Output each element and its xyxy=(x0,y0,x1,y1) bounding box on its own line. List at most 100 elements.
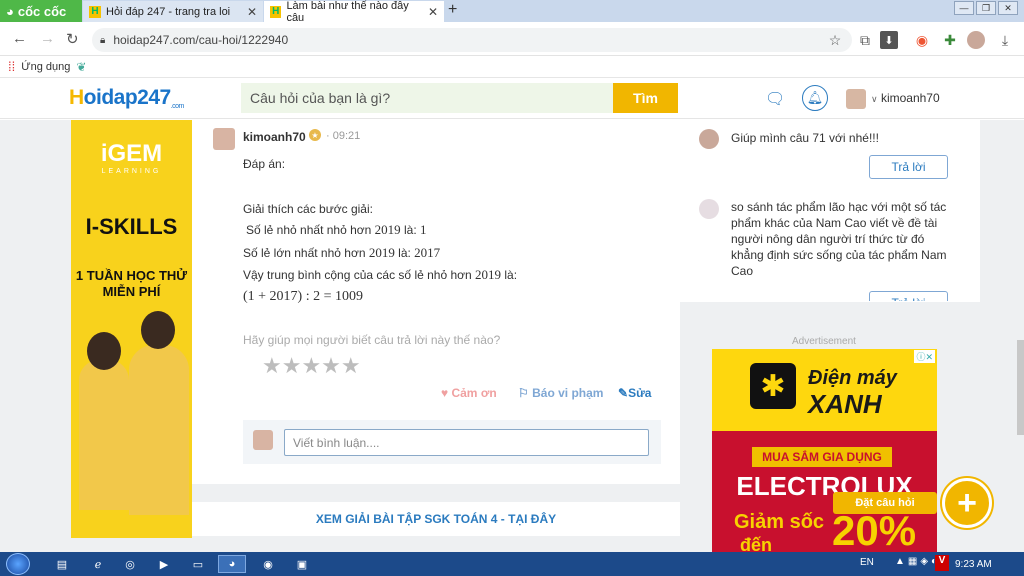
question-text[interactable]: so sánh tác phẩm lão hạc với một số tác … xyxy=(731,199,949,279)
internet-explorer-icon[interactable]: ℯ xyxy=(84,555,112,573)
close-tab-icon[interactable]: ✕ xyxy=(428,5,438,19)
user-menu[interactable]: ∨ kimoanh70 xyxy=(871,91,940,105)
maximize-icon[interactable]: ❐ xyxy=(976,1,996,15)
tray-icons[interactable]: ▲▦◈◐ xyxy=(895,556,940,567)
reply-button[interactable]: Trả lời xyxy=(869,155,948,179)
hoidap-favicon-icon: H xyxy=(89,5,101,18)
chat-icon[interactable]: 🗨︎ xyxy=(765,89,785,109)
edit-button[interactable]: ✎Sửa xyxy=(618,386,651,400)
chrome-taskbar-icon[interactable]: ◉ xyxy=(254,555,282,573)
coccoc-taskbar-icon[interactable]: ◕ xyxy=(218,555,246,573)
minimize-icon[interactable]: — xyxy=(954,1,974,15)
downloads-icon[interactable]: ⤓ xyxy=(996,31,1014,49)
sgk-banner-link[interactable]: XEM GIẢI BÀI TẬP SGK TOÁN 4 - TẠI ĐÂY xyxy=(192,502,680,536)
ad-brand: iGEM xyxy=(100,140,163,167)
ask-question-label[interactable]: Đặt câu hỏi xyxy=(833,492,937,514)
answer-avatar[interactable] xyxy=(213,128,235,150)
logo-domain: .com xyxy=(170,103,185,110)
tab-question[interactable]: H Làm bài như thế nào đây câu ✕ xyxy=(264,0,444,24)
dmx-logo-icon: ✱ xyxy=(750,363,796,409)
answer-formula: (1 + 2017) : 2 = 1009 xyxy=(243,289,364,304)
ad-promo-2: đến xyxy=(740,535,773,552)
comment-placeholder: Viết bình luận.... xyxy=(293,435,380,450)
window-icon[interactable]: ▭ xyxy=(184,555,212,573)
forward-icon[interactable]: → xyxy=(40,30,55,47)
question-avatar[interactable] xyxy=(699,129,719,149)
pencil-icon: ✎ xyxy=(618,386,629,400)
antivirus-tray-icon[interactable]: V xyxy=(935,555,949,571)
download-extension-icon[interactable]: ⬇ xyxy=(880,31,898,49)
line-number: 2019 xyxy=(368,245,395,260)
scrollbar-thumb[interactable] xyxy=(1017,340,1024,435)
ad-line2: MIỄN PHÍ xyxy=(102,284,161,299)
logo-letter: H xyxy=(69,86,84,109)
notification-bell-icon[interactable]: 🔔︎ xyxy=(802,85,828,111)
close-window-icon[interactable]: ✕ xyxy=(998,1,1018,15)
coccoc-menu-button[interactable]: ◕ cốc cốc xyxy=(0,0,82,22)
line-number: 2019 xyxy=(475,267,502,282)
site-logo[interactable]: Hoidap247.com xyxy=(69,86,184,110)
line-text: Số lẻ nhỏ nhất nhỏ hơn xyxy=(246,223,375,237)
address-bar[interactable]: 🔒︎ hoidap247.com/cau-hoi/1222940 xyxy=(92,28,852,52)
bookmark-apps[interactable]: Ứng dụng xyxy=(21,61,70,73)
tab-hoidap-home[interactable]: H Hỏi đáp 247 - trang tra loi ✕ xyxy=(83,1,263,22)
left-advertisement[interactable]: iGEM LEARNING I-SKILLS 1 TUẦN HỌC THỬ MI… xyxy=(71,120,192,538)
reply-button[interactable]: Trả lời xyxy=(869,291,948,301)
close-tab-icon[interactable]: ✕ xyxy=(247,5,257,19)
profile-avatar-icon[interactable] xyxy=(967,31,985,49)
browser-icon[interactable]: ◎ xyxy=(116,555,144,573)
reload-icon[interactable]: ↻ xyxy=(66,30,79,48)
line-value: 1 xyxy=(419,222,427,237)
back-icon[interactable]: ← xyxy=(12,30,27,47)
ad-line1: 1 TUẦN HỌC THỬ xyxy=(75,268,188,283)
browser-brand: cốc cốc xyxy=(17,3,67,19)
answer-username[interactable]: kimoanh70 xyxy=(243,130,306,144)
bookmark-leaf-icon[interactable]: ❦ xyxy=(76,60,86,74)
app-taskbar-icon[interactable]: ▣ xyxy=(288,555,316,573)
media-player-icon[interactable]: ▶ xyxy=(150,555,178,573)
logo-text: oidap247 xyxy=(83,86,172,109)
plus-icon[interactable]: + xyxy=(942,478,992,528)
ad-brand-sub: LEARNING xyxy=(101,168,162,175)
edit-label: Sửa xyxy=(628,386,652,400)
file-explorer-icon[interactable]: ▤ xyxy=(48,555,76,573)
search-button[interactable]: Tìm xyxy=(613,83,678,113)
medal-icon: ★ xyxy=(309,129,321,141)
translate-extension-icon[interactable]: ⧉ xyxy=(856,31,874,49)
ad-brand-main: XANH xyxy=(808,389,882,419)
puzzle-extension-icon[interactable]: ✚ xyxy=(941,31,959,49)
line-text: là: xyxy=(394,246,415,260)
ad-headline: I-SKILLS xyxy=(85,214,178,239)
tab-title: Hỏi đáp 247 - trang tra loi xyxy=(106,5,231,18)
apps-grid-icon[interactable]: ⁞⁞ xyxy=(8,59,15,74)
user-avatar[interactable] xyxy=(846,89,866,109)
question-avatar[interactable] xyxy=(699,199,719,219)
new-tab-icon[interactable]: + xyxy=(448,1,457,19)
chrome-extension-icon[interactable]: ◉ xyxy=(913,31,931,49)
right-advertisement[interactable]: ✱ Điện máy XANH MUA SẮM GIA DỤNG ELECTRO… xyxy=(712,349,937,552)
line-text: Vậy trung bình cộng của các số lẻ nhỏ hơ… xyxy=(243,268,476,282)
reply-button-clipped[interactable]: Trả lời xyxy=(869,291,948,301)
explain-title: Giải thích các bước giải: xyxy=(243,202,373,216)
line-text: là: xyxy=(400,223,420,237)
thanks-button[interactable]: ♥ Cảm ơn xyxy=(441,386,497,400)
ad-child-boy xyxy=(79,332,129,510)
start-button[interactable] xyxy=(6,553,30,575)
language-indicator[interactable]: EN xyxy=(860,557,874,568)
lock-icon: 🔒︎ xyxy=(100,34,106,46)
answer-label: Đáp án: xyxy=(243,157,286,171)
adchoices-icon[interactable]: ⓘ✕ xyxy=(914,350,935,363)
rating-prompt: Hãy giúp mọi người biết câu trả lời này … xyxy=(243,333,501,347)
bookmark-star-icon[interactable]: ☆ xyxy=(826,31,844,49)
rating-stars[interactable]: ★★★★★ xyxy=(262,353,361,379)
report-button[interactable]: ⚐ Báo vi phạm xyxy=(518,386,603,400)
answer-line-1: Số lẻ nhỏ nhất nhỏ hơn 2019 là: 1 xyxy=(246,222,426,238)
answer-time: · 09:21 xyxy=(326,130,361,142)
tab-title: Làm bài như thế nào đây câu xyxy=(286,0,409,24)
taskbar-clock[interactable]: 9:23 AM xyxy=(955,559,992,570)
report-label: Báo vi phạm xyxy=(532,386,604,400)
ad-brand-top: Điện máy xyxy=(808,367,897,389)
search-input[interactable]: Câu hỏi của bạn là gì? xyxy=(241,83,613,113)
comment-input[interactable]: Viết bình luận.... xyxy=(284,429,649,456)
question-text[interactable]: Giúp mình câu 71 với nhé!!! xyxy=(731,130,951,146)
